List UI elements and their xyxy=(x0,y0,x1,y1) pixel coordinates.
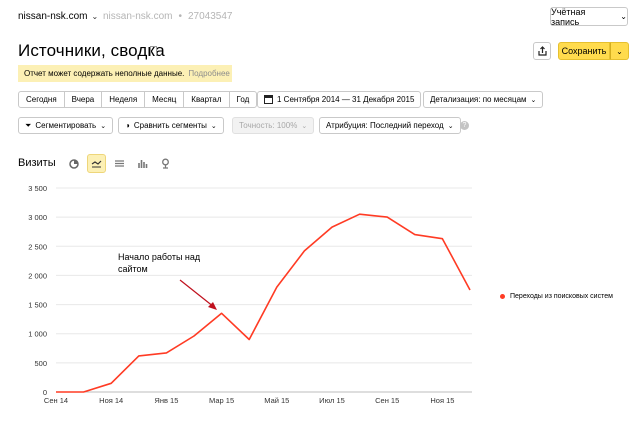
bookmark-icon[interactable] xyxy=(150,46,157,56)
help-icon[interactable]: ? xyxy=(460,121,469,130)
x-tick-label: Янв 15 xyxy=(154,396,178,405)
x-tick-label: Ноя 15 xyxy=(430,396,454,405)
counter-id: 27043547 xyxy=(187,11,233,22)
compare-icon: ◑ xyxy=(125,121,130,130)
filter-icon: ⏷ xyxy=(25,120,32,130)
x-tick-label: Мар 15 xyxy=(209,396,234,405)
visits-line-chart: 05001 0001 5002 0002 5003 0003 500 Сен 1… xyxy=(28,184,472,405)
chart-legend[interactable]: Переходы из поисковых систем xyxy=(500,293,613,300)
share-icon xyxy=(537,46,547,56)
share-button[interactable] xyxy=(533,42,551,60)
accuracy-select[interactable]: Точность: 100% ⌄ xyxy=(232,117,315,134)
legend-dot xyxy=(500,294,505,299)
attribution-select[interactable]: Атрибуция: Последний переход ⌄ xyxy=(319,117,461,134)
chevron-down-icon: ⌄ xyxy=(301,122,308,130)
warning-text: Отчет может содержать неполные данные. xyxy=(24,69,185,78)
x-tick-label: Сен 14 xyxy=(44,396,68,405)
site-selector[interactable]: nissan-nsk.com ⌄ xyxy=(18,11,98,22)
chevron-down-icon: ⌄ xyxy=(91,12,99,21)
y-tick-label: 1 500 xyxy=(28,301,47,310)
pie-chart-icon[interactable] xyxy=(64,154,83,173)
line-chart-icon[interactable] xyxy=(87,154,106,173)
chevron-down-icon: ⌄ xyxy=(620,12,627,21)
account-label: Учётная запись xyxy=(551,6,586,27)
y-tick-label: 500 xyxy=(34,359,47,368)
chevron-down-icon: ⌄ xyxy=(447,122,454,130)
compare-label: Сравнить сегменты xyxy=(133,121,207,130)
period-selector: Сегодня Вчера Неделя Месяц Квартал Год xyxy=(18,91,258,108)
calendar-icon xyxy=(264,95,273,104)
site-ghost-name: nissan-nsk.com xyxy=(103,11,173,22)
account-button[interactable]: Учётная запись ⌄ xyxy=(550,6,628,27)
period-week[interactable]: Неделя xyxy=(102,92,146,107)
x-tick-label: Май 15 xyxy=(264,396,289,405)
legend-label: Переходы из поисковых систем xyxy=(510,293,613,300)
metric-title: Визиты xyxy=(18,157,56,169)
attribution-label: Атрибуция: Последний переход xyxy=(326,121,444,130)
site-ghost-info: nissan-nsk.com • 27043547 xyxy=(103,11,232,22)
y-tick-label: 1 000 xyxy=(28,330,47,339)
x-tick-label: Сен 15 xyxy=(375,396,399,405)
save-dropdown-button[interactable]: ⌄ xyxy=(610,42,629,60)
compare-segments-button[interactable]: ◑ Сравнить сегменты ⌄ xyxy=(118,117,224,134)
segment-label: Сегментировать xyxy=(35,121,97,130)
period-year[interactable]: Год xyxy=(230,92,257,107)
chevron-down-icon: ⌄ xyxy=(100,122,107,130)
chevron-down-icon: ⌄ xyxy=(210,122,217,130)
area-chart-icon[interactable] xyxy=(110,154,129,173)
detail-label: Детализация: по месяцам xyxy=(430,95,527,104)
x-tick-label: Ноя 14 xyxy=(99,396,123,405)
chevron-down-icon: ⌄ xyxy=(530,96,537,104)
y-tick-label: 2 000 xyxy=(28,271,47,280)
date-range-label: 1 Сентября 2014 — 31 Декабря 2015 xyxy=(277,95,415,104)
y-tick-label: 3 500 xyxy=(28,184,47,193)
period-quarter[interactable]: Квартал xyxy=(184,92,230,107)
site-name: nissan-nsk.com xyxy=(18,11,88,22)
bar-chart-icon[interactable] xyxy=(133,154,152,173)
x-tick-label: Июл 15 xyxy=(319,396,345,405)
page-title: Источники, сводка xyxy=(18,41,165,60)
accuracy-label: Точность: 100% xyxy=(239,121,298,130)
segment-button[interactable]: ⏷ Сегментировать ⌄ xyxy=(18,117,114,134)
date-range-button[interactable]: 1 Сентября 2014 — 31 Декабря 2015 xyxy=(257,91,422,108)
separator-dot: • xyxy=(178,11,182,22)
detail-select[interactable]: Детализация: по месяцам ⌄ xyxy=(423,91,544,108)
period-yesterday[interactable]: Вчера xyxy=(65,92,103,107)
chevron-down-icon: ⌄ xyxy=(616,46,623,56)
chart-annotation: Начало работы над сайтом xyxy=(118,252,201,274)
save-button[interactable]: Сохранить xyxy=(558,42,610,60)
incomplete-data-warning: Отчет может содержать неполные данные. П… xyxy=(18,65,232,82)
top-bar: nissan-nsk.com ⌄ nissan-nsk.com • 270435… xyxy=(0,0,641,34)
y-tick-label: 3 000 xyxy=(28,213,47,222)
y-tick-label: 2 500 xyxy=(28,242,47,251)
map-pin-icon[interactable] xyxy=(156,154,175,173)
warning-more-link[interactable]: Подробнее xyxy=(188,69,230,78)
period-today[interactable]: Сегодня xyxy=(19,92,65,107)
series-line-search xyxy=(56,213,471,393)
period-month[interactable]: Месяц xyxy=(145,92,185,107)
annotation-arrow xyxy=(179,279,217,310)
